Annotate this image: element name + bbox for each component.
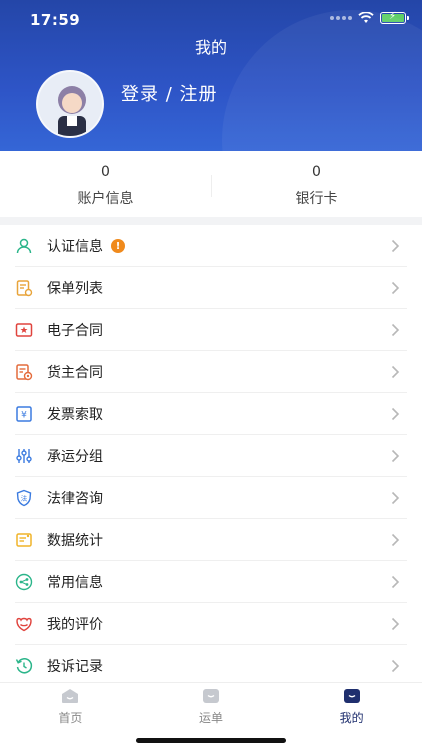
menu-item-label: 我的评价: [47, 617, 103, 633]
menu-item-verification[interactable]: 认证信息 !: [0, 225, 422, 267]
menu-item-invoice[interactable]: ¥ 发票索取: [0, 393, 422, 435]
stat-account-info-value: 0: [101, 164, 110, 180]
chevron-right-icon: [391, 659, 400, 673]
chevron-right-icon: [391, 449, 400, 463]
complaint-history-icon: [15, 657, 33, 675]
share-nodes-icon: [15, 573, 33, 591]
svg-text:法: 法: [21, 494, 28, 503]
menu-item-legal-consult[interactable]: 法 法律咨询: [0, 477, 422, 519]
wifi-icon: [358, 12, 374, 23]
menu-item-shipper-contract[interactable]: 货主合同: [0, 351, 422, 393]
page-title: 我的: [194, 38, 227, 57]
chevron-right-icon: [391, 239, 400, 253]
status-icons: ⚡: [330, 11, 409, 24]
menu-item-my-ratings[interactable]: 我的评价: [0, 603, 422, 645]
menu-item-complaints[interactable]: 投诉记录: [0, 645, 422, 687]
menu-item-label: 保单列表: [47, 281, 103, 297]
avatar-icon: [38, 72, 102, 136]
chevron-right-icon: [391, 575, 400, 589]
menu-item-statistics[interactable]: 数据统计: [0, 519, 422, 561]
menu-item-label: 常用信息: [47, 575, 103, 591]
chevron-right-icon: [391, 533, 400, 547]
menu-item-carrier-group[interactable]: 承运分组: [0, 435, 422, 477]
menu-item-e-contract[interactable]: 电子合同: [0, 309, 422, 351]
menu-item-common-info[interactable]: 常用信息: [0, 561, 422, 603]
tab-label: 首页: [58, 711, 83, 725]
menu-item-label: 投诉记录: [47, 659, 103, 675]
menu-item-policy-list[interactable]: 保单列表: [0, 267, 422, 309]
menu-item-label: 承运分组: [47, 449, 103, 465]
waybill-tab-icon: [203, 689, 219, 703]
stat-bank-card-value: 0: [312, 164, 321, 180]
stat-account-info-label: 账户信息: [77, 191, 134, 207]
stat-divider: [211, 175, 212, 197]
profile-tab-icon: [343, 689, 360, 703]
chevron-right-icon: [391, 407, 400, 421]
tab-label: 我的: [339, 711, 364, 725]
chevron-right-icon: [391, 617, 400, 631]
stat-bank-card[interactable]: 0 银行卡: [211, 151, 422, 217]
stat-bank-card-label: 银行卡: [295, 191, 338, 207]
svg-text:¥: ¥: [21, 411, 27, 421]
group-sliders-icon: [15, 447, 33, 465]
battery-icon: ⚡: [380, 11, 409, 24]
home-indicator: [136, 738, 286, 743]
signal-icon: [330, 16, 352, 20]
section-divider: [0, 217, 422, 225]
alert-badge: !: [111, 239, 125, 253]
menu-item-label: 认证信息: [47, 239, 103, 255]
chevron-right-icon: [391, 491, 400, 505]
chevron-right-icon: [391, 365, 400, 379]
login-register-link[interactable]: 登录 / 注册: [121, 80, 218, 106]
avatar[interactable]: [36, 70, 104, 138]
chevron-right-icon: [391, 323, 400, 337]
chevron-right-icon: [391, 281, 400, 295]
profile-header: 17:59 ⚡ 我的 登录 / 注册: [0, 0, 422, 151]
home-tab-icon: [62, 689, 79, 703]
menu-item-label: 货主合同: [47, 365, 103, 381]
tab-label: 运单: [199, 711, 224, 725]
user-check-icon: [15, 237, 33, 255]
statistics-icon: [15, 531, 33, 549]
invoice-icon: ¥: [15, 405, 33, 423]
shipper-contract-icon: [15, 363, 33, 381]
menu-item-label: 数据统计: [47, 533, 103, 549]
menu-item-label: 发票索取: [47, 407, 103, 423]
tab-home[interactable]: 首页: [0, 683, 141, 750]
stat-account-info[interactable]: 0 账户信息: [0, 151, 211, 217]
legal-shield-icon: 法: [15, 489, 33, 507]
e-contract-icon: [15, 321, 33, 339]
menu-item-label: 法律咨询: [47, 491, 103, 507]
policy-list-icon: [15, 279, 33, 297]
status-time: 17:59: [30, 11, 81, 29]
rating-icon: [15, 615, 33, 633]
menu-list: 认证信息 ! 保单列表 电子合同 货主合同 ¥ 发票索取 承运分组 法 法律咨询…: [0, 225, 422, 687]
tab-profile[interactable]: 我的: [281, 683, 422, 750]
menu-item-label: 电子合同: [47, 323, 103, 339]
account-stats: 0 账户信息 0 银行卡: [0, 151, 422, 217]
